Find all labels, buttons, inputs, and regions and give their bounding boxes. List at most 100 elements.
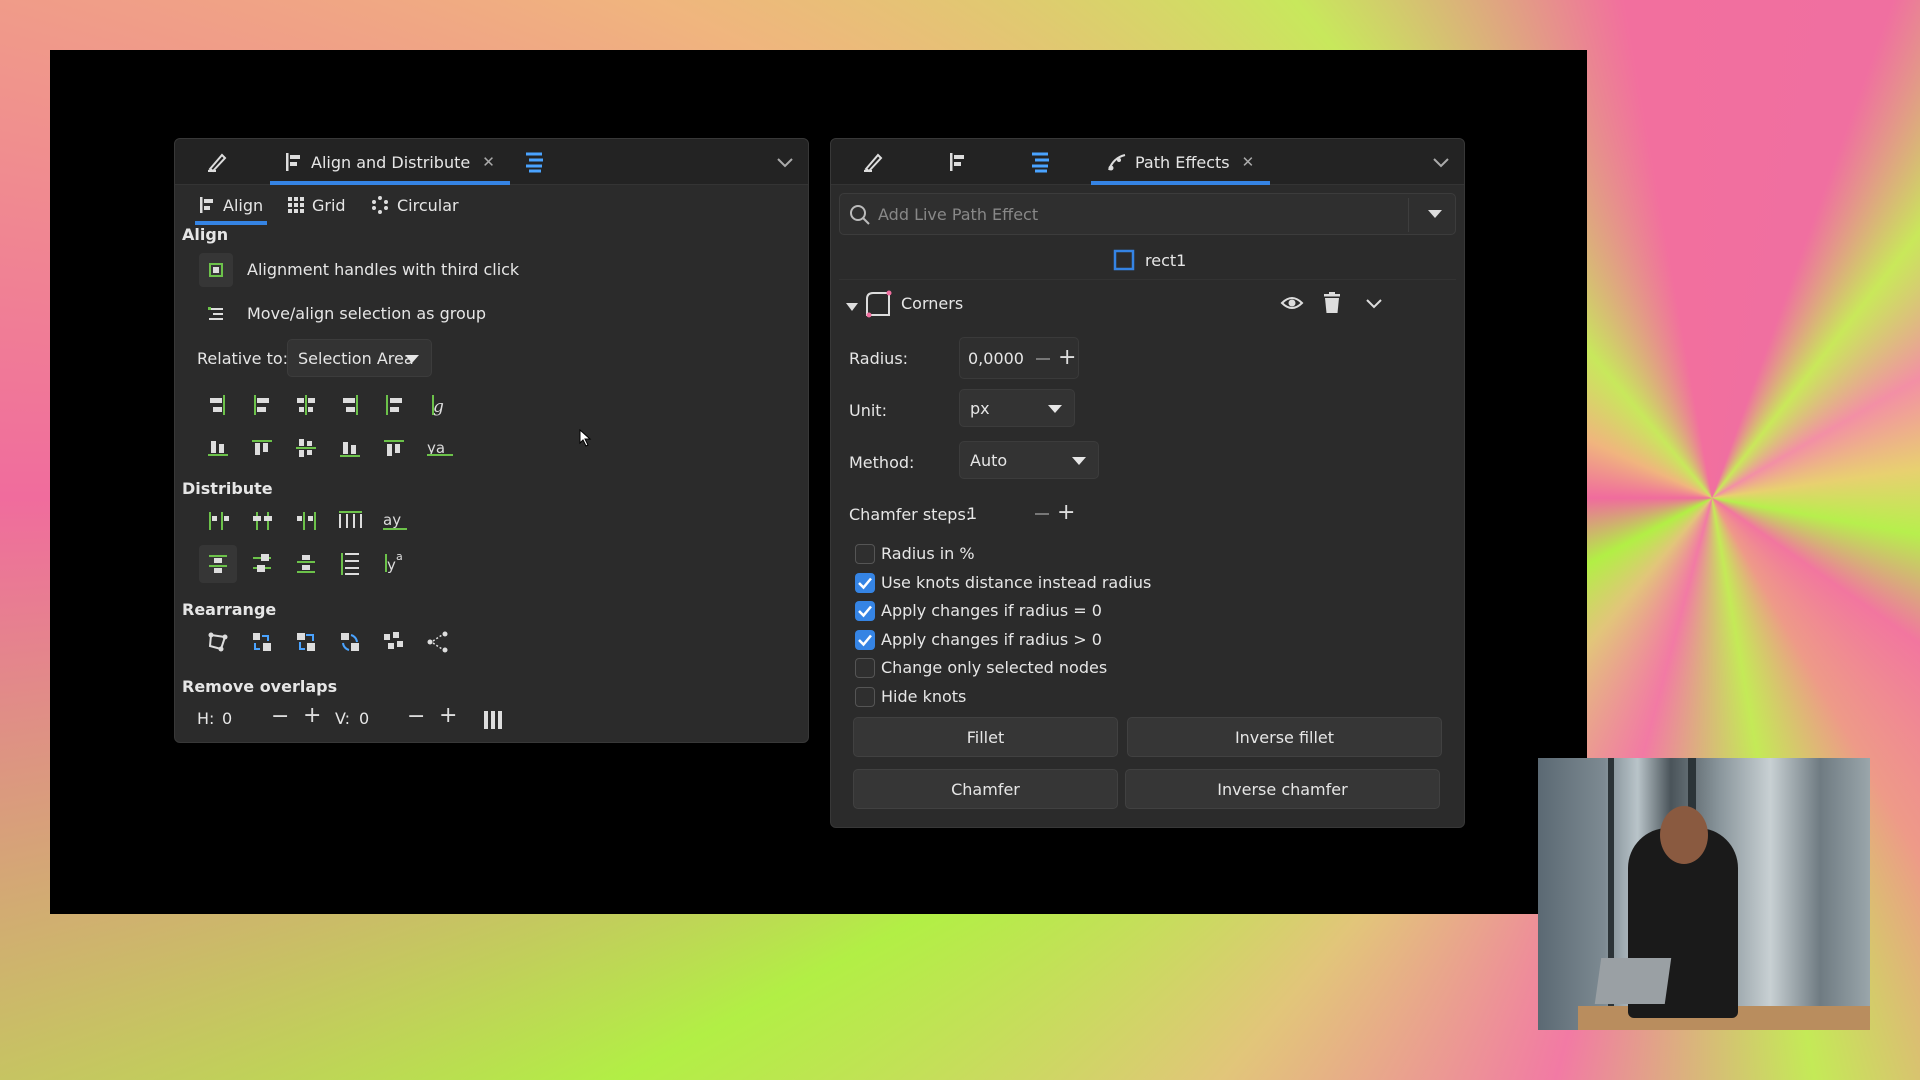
checkbox-selected-nodes[interactable] — [855, 658, 875, 678]
align-center-vertical-axis-icon[interactable] — [293, 392, 319, 418]
overlap-v-label: V: — [335, 709, 351, 728]
align-icon — [949, 152, 967, 172]
distribute-baseline-h-icon[interactable]: ay — [381, 508, 407, 534]
align-center-horizontal-axis-icon[interactable] — [293, 435, 319, 461]
rect-object-icon — [1113, 249, 1135, 271]
distribute-gaps-v-icon[interactable] — [337, 550, 363, 576]
right-tabbar: Path Effects ✕ — [831, 139, 1464, 185]
align-top-icon[interactable] — [249, 435, 275, 461]
overlap-v-value[interactable]: 0 — [359, 709, 369, 728]
path-effects-icon — [1107, 152, 1127, 172]
align-bottom-edge-to-top-icon[interactable] — [205, 435, 231, 461]
exchange-stack-order-icon[interactable] — [293, 629, 319, 655]
dropdown-arrow-icon — [1072, 457, 1086, 465]
tab-path-effects-label: Path Effects — [1135, 152, 1230, 172]
section-rearrange: Rearrange — [182, 600, 277, 619]
dropdown-arrow-icon — [1048, 405, 1062, 413]
remove-overlaps-icon[interactable] — [481, 707, 507, 733]
chevron-down-icon[interactable] — [774, 151, 796, 173]
radius-spinbox[interactable]: 0,0000 + — [959, 337, 1079, 379]
section-distribute: Distribute — [182, 479, 273, 498]
move-as-group-toggle[interactable] — [199, 297, 233, 331]
inverse-fillet-button[interactable]: Inverse fillet — [1127, 717, 1442, 757]
distribute-top-icon[interactable] — [199, 545, 237, 583]
search-icon — [848, 203, 872, 227]
relative-to-dropdown[interactable]: Selection Area — [287, 339, 432, 377]
chamfer-steps-label: Chamfer steps: — [849, 505, 972, 524]
minus-icon[interactable] — [1035, 513, 1049, 515]
tab-fill-stroke[interactable] — [861, 139, 901, 185]
object-name: rect1 — [1145, 251, 1187, 270]
eye-toggle-icon[interactable] — [1279, 290, 1305, 316]
align-left-edge-to-right-icon[interactable] — [381, 392, 407, 418]
unclump-icon[interactable] — [425, 629, 451, 655]
chevron-down-icon[interactable] — [1430, 151, 1452, 173]
chevron-down-icon[interactable] — [1361, 290, 1387, 316]
tab-fill-stroke[interactable] — [205, 139, 245, 185]
align-left-icon[interactable] — [249, 392, 275, 418]
overlap-h-value[interactable]: 0 — [222, 709, 232, 728]
distribute-centers-h-icon[interactable] — [249, 508, 275, 534]
inverse-chamfer-button[interactable]: Inverse chamfer — [1125, 769, 1440, 809]
align-top-edge-to-bottom-icon[interactable] — [381, 435, 407, 461]
plus-icon[interactable]: + — [1058, 347, 1076, 369]
checkbox-apply-radius-positive[interactable] — [855, 630, 875, 650]
subtab-circular[interactable]: Circular — [371, 185, 459, 225]
distribute-bottom-icon[interactable] — [293, 550, 319, 576]
graph-layout-icon[interactable] — [205, 629, 231, 655]
presentation-screen: Align and Distribute ✕ Align Grid Circul… — [50, 50, 1587, 914]
method-dropdown[interactable]: Auto — [959, 441, 1099, 479]
add-effect-search[interactable]: Add Live Path Effect — [839, 193, 1456, 235]
tab-layers[interactable] — [523, 139, 563, 185]
exchange-selection-order-icon[interactable] — [249, 629, 275, 655]
search-placeholder: Add Live Path Effect — [878, 205, 1039, 224]
distribute-right-icon[interactable] — [293, 508, 319, 534]
tab-align-distribute[interactable] — [949, 139, 979, 185]
align-right-edge-to-left-icon[interactable] — [205, 392, 231, 418]
mouse-cursor-icon — [579, 428, 593, 447]
minus-icon[interactable] — [1036, 358, 1050, 360]
plus-icon[interactable]: + — [1057, 502, 1075, 524]
checkbox-hide-knots[interactable] — [855, 687, 875, 707]
checkmark-icon — [858, 634, 872, 647]
distribute-gaps-h-icon[interactable] — [337, 508, 363, 534]
speaker-head — [1660, 806, 1708, 864]
align-text-baseline-icon[interactable]: g — [425, 392, 451, 418]
svg-text:a: a — [396, 550, 403, 563]
checkbox-knots-distance[interactable] — [855, 573, 875, 593]
align-bottom-icon[interactable] — [337, 435, 363, 461]
close-icon[interactable]: ✕ — [482, 153, 495, 171]
randomize-positions-icon[interactable] — [381, 629, 407, 655]
align-right-icon[interactable] — [337, 392, 363, 418]
unit-dropdown[interactable]: px — [959, 389, 1075, 427]
tab-layers[interactable] — [1029, 139, 1065, 185]
overlap-h-increment-icon[interactable]: + — [303, 705, 321, 727]
checkbox-apply-radius-zero[interactable] — [855, 601, 875, 621]
close-icon[interactable]: ✕ — [1242, 153, 1255, 171]
alignment-handles-label: Alignment handles with third click — [247, 260, 520, 279]
subtab-align[interactable]: Align — [195, 185, 268, 225]
distribute-left-icon[interactable] — [205, 508, 231, 534]
chamfer-button[interactable]: Chamfer — [853, 769, 1118, 809]
distribute-baseline-v-icon[interactable]: ya — [381, 550, 407, 576]
fillet-button[interactable]: Fillet — [853, 717, 1118, 757]
checkbox-label: Change only selected nodes — [881, 658, 1108, 677]
expand-triangle-icon[interactable] — [845, 298, 859, 311]
tab-path-effects[interactable]: Path Effects ✕ — [1091, 139, 1271, 185]
distribute-centers-v-icon[interactable] — [249, 550, 275, 576]
trash-icon[interactable] — [1319, 290, 1345, 316]
radius-value: 0,0000 — [968, 349, 1024, 368]
checkbox-label: Radius in % — [881, 544, 975, 563]
overlap-h-label: H: — [197, 709, 215, 728]
dropdown-arrow-icon[interactable] — [1425, 206, 1445, 222]
subtab-grid[interactable]: Grid — [288, 185, 346, 225]
overlap-v-increment-icon[interactable]: + — [439, 705, 457, 727]
tab-align-distribute[interactable]: Align and Distribute ✕ — [270, 139, 510, 185]
overlap-v-decrement-icon[interactable]: − — [407, 706, 425, 728]
exchange-clockwise-icon[interactable] — [337, 629, 363, 655]
checkbox-radius-percent[interactable] — [855, 544, 875, 564]
alignment-handles-toggle[interactable] — [199, 253, 233, 287]
align-anchor-text-icon[interactable]: ya — [425, 435, 453, 461]
overlap-h-decrement-icon[interactable]: − — [271, 706, 289, 728]
chamfer-steps-spinbox[interactable]: 1 + — [959, 493, 1079, 535]
